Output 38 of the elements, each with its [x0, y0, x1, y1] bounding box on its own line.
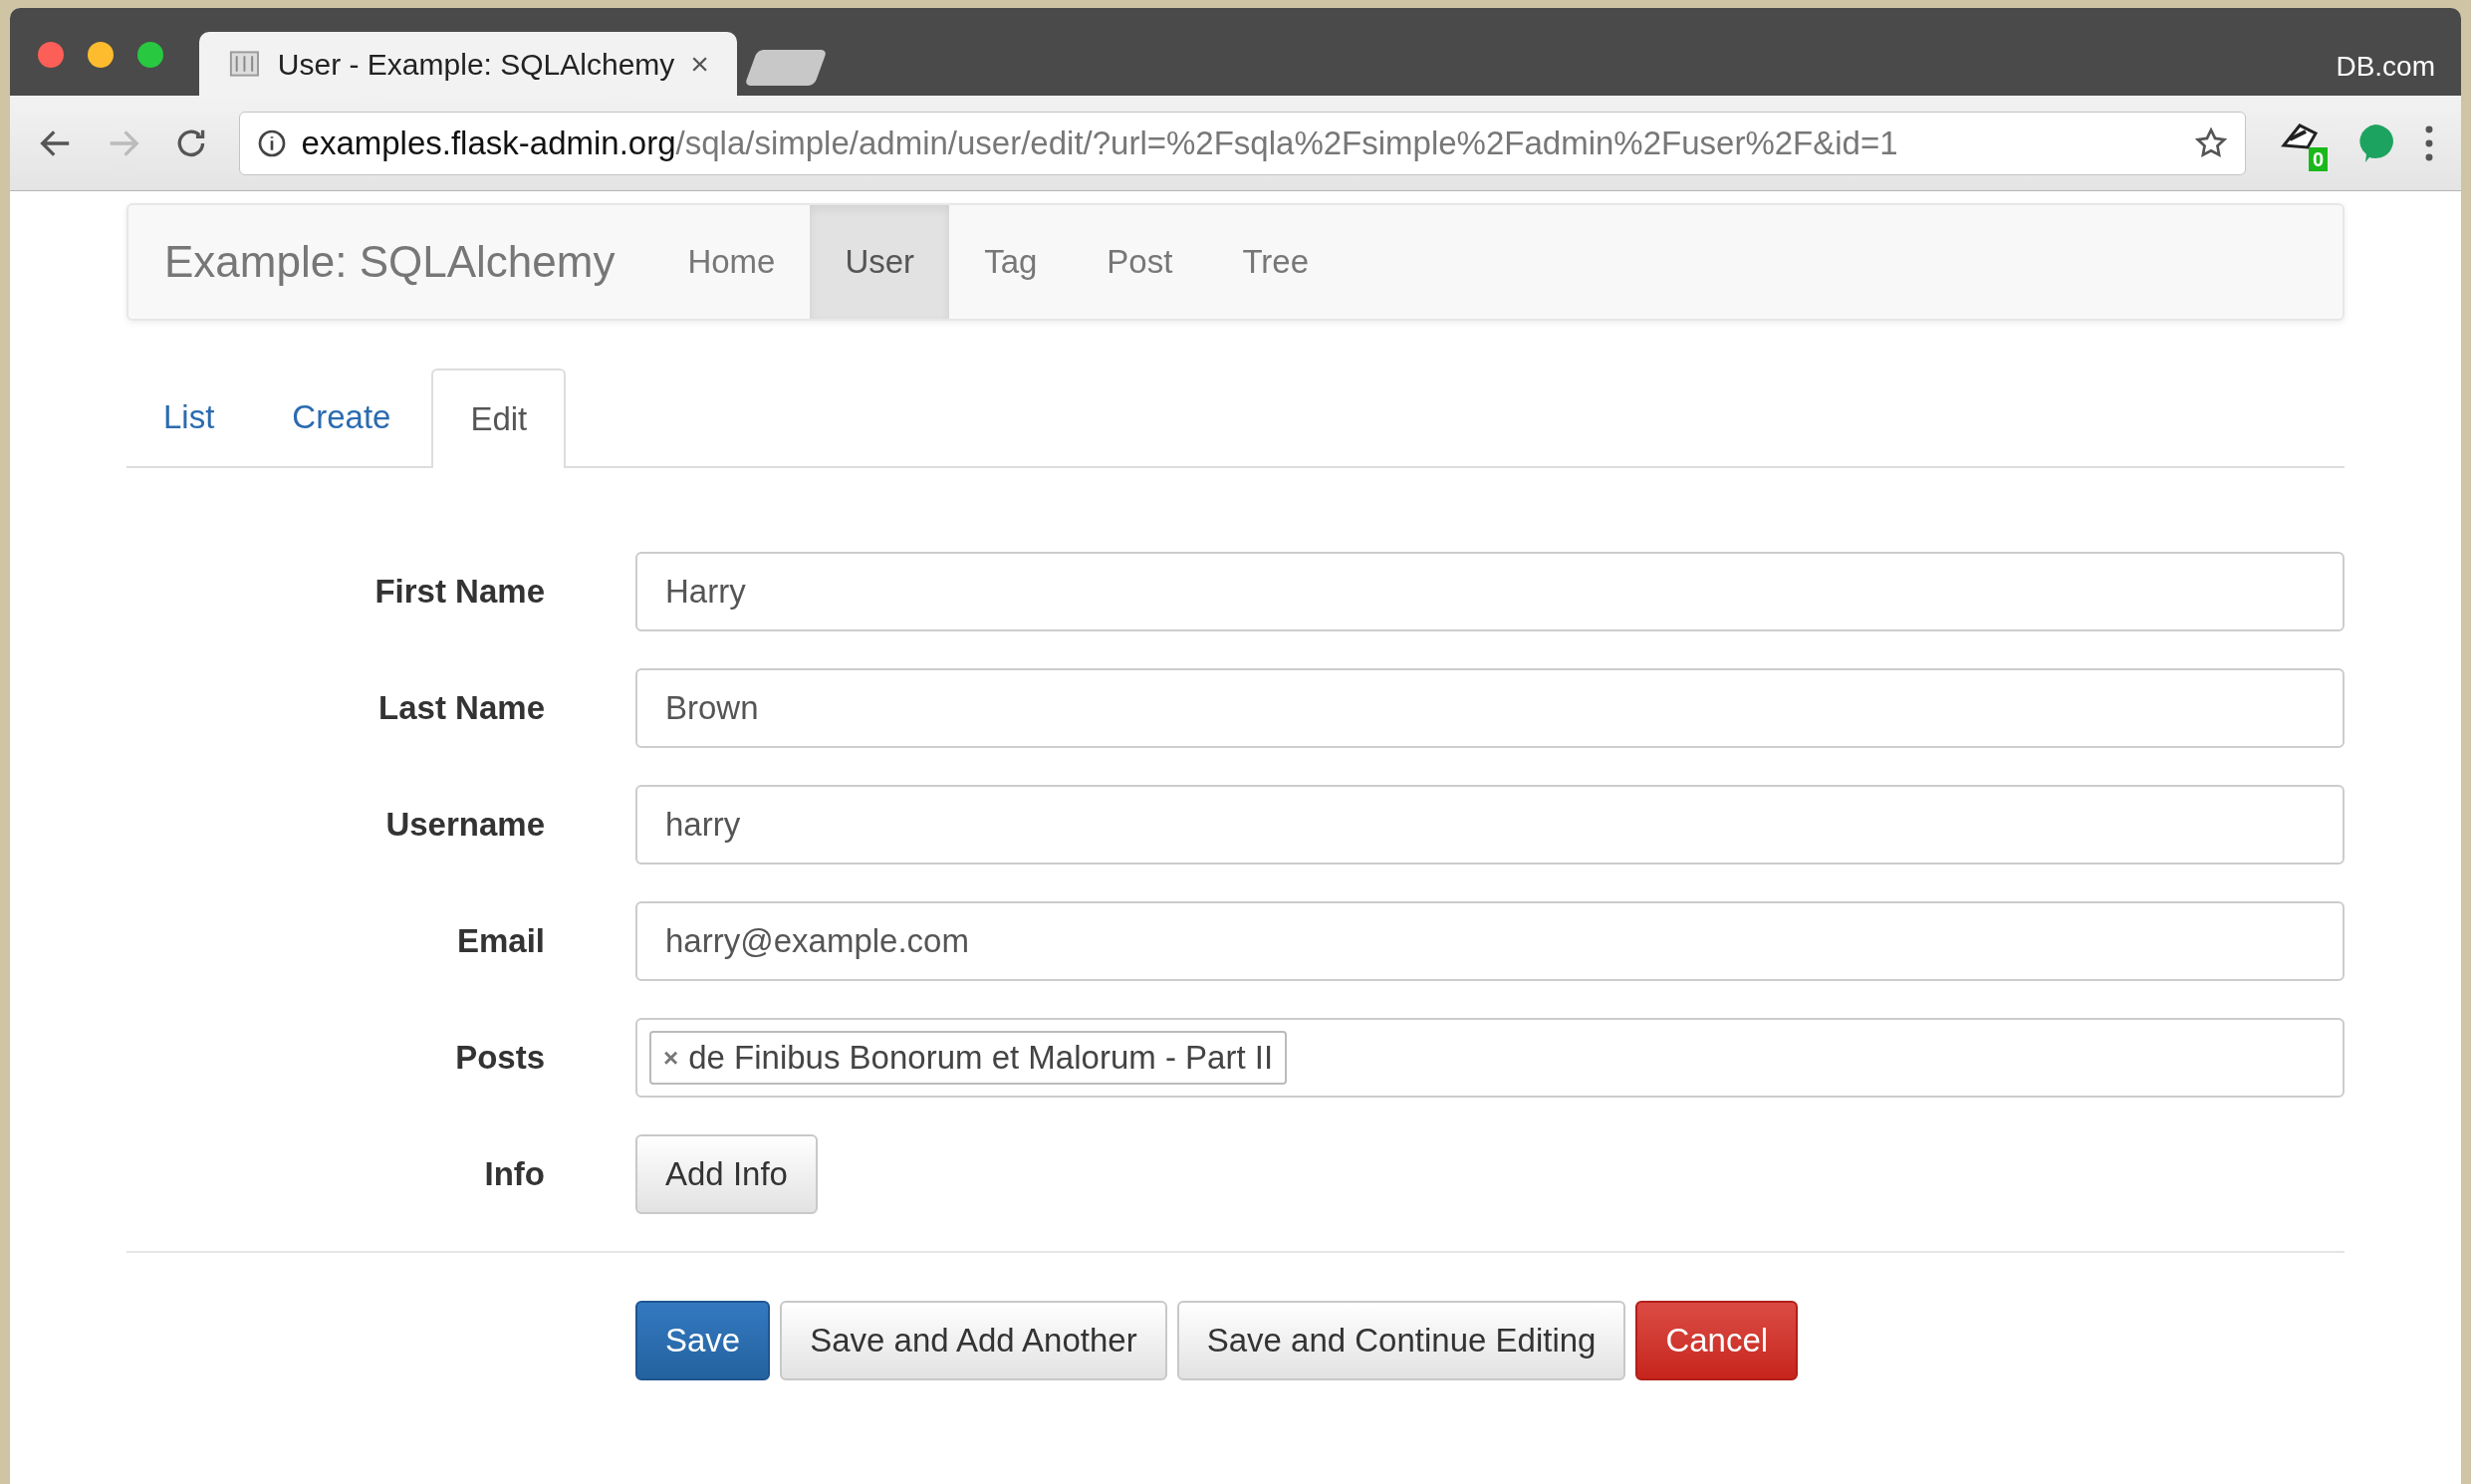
nav-link[interactable]: Home — [652, 205, 811, 319]
tab-title: User - Example: SQLAlchemy — [277, 46, 675, 83]
url-text: examples.flask-admin.org/sqla/simple/admin/user/edit/?url=%2Fsqla%2Fsimple%2Fadmin%2Fuser%2F&id=1 — [301, 123, 1899, 163]
minimize-window-button[interactable] — [88, 42, 114, 68]
nav-link[interactable]: Post — [1072, 205, 1208, 319]
field-label: Last Name — [377, 688, 545, 729]
brand-title[interactable]: Example: SQLAlchemy — [164, 229, 616, 295]
page-tab[interactable]: Edit — [431, 369, 567, 468]
page-tab[interactable]: List — [126, 369, 252, 466]
tags-field[interactable]: × de Finibus Bonorum et Malorum - Part II — [635, 1018, 2345, 1098]
field-label: Info — [483, 1154, 545, 1195]
text-field[interactable]: Brown — [635, 668, 2345, 748]
nav-link[interactable]: User — [810, 205, 950, 319]
field-label: Posts — [454, 1038, 545, 1079]
profile-name[interactable]: DB.com — [2336, 46, 2435, 88]
action-button[interactable]: Save and Continue Editing — [1176, 1301, 1626, 1380]
address-bar[interactable]: examples.flask-admin.org/sqla/simple/admin/user/edit/?url=%2Fsqla%2Fsimple%2Fadmin%2Fuser%2F&id=1 — [238, 111, 2247, 175]
field-label: Username — [384, 805, 545, 846]
remove-tag-button[interactable]: × — [663, 1038, 679, 1078]
close-tab-button[interactable]: × — [690, 40, 709, 88]
text-field[interactable]: Harry — [635, 552, 2345, 631]
nav-link[interactable]: Tree — [1207, 205, 1345, 319]
add-info-button[interactable]: Add Info — [635, 1134, 818, 1214]
extension-badge: 0 — [2309, 146, 2329, 171]
browser-tab[interactable]: User - Example: SQLAlchemy × — [199, 32, 737, 96]
close-window-button[interactable] — [38, 42, 64, 68]
nav-link[interactable]: Tag — [949, 205, 1073, 319]
text-field[interactable]: harry — [635, 785, 2345, 865]
scroll-icon — [227, 48, 262, 80]
field-label: Email — [455, 921, 545, 962]
text-field[interactable]: harry@example.com — [635, 901, 2345, 981]
action-button[interactable]: Save — [635, 1301, 771, 1380]
maximize-window-button[interactable] — [137, 42, 163, 68]
action-button[interactable]: Cancel — [1635, 1301, 1799, 1380]
action-button[interactable]: Save and Add Another — [780, 1301, 1167, 1380]
tag-label: de Finibus Bonorum et Malorum - Part II — [688, 1038, 1274, 1079]
field-label: First Name — [373, 572, 545, 613]
page-tab[interactable]: Create — [255, 369, 428, 466]
